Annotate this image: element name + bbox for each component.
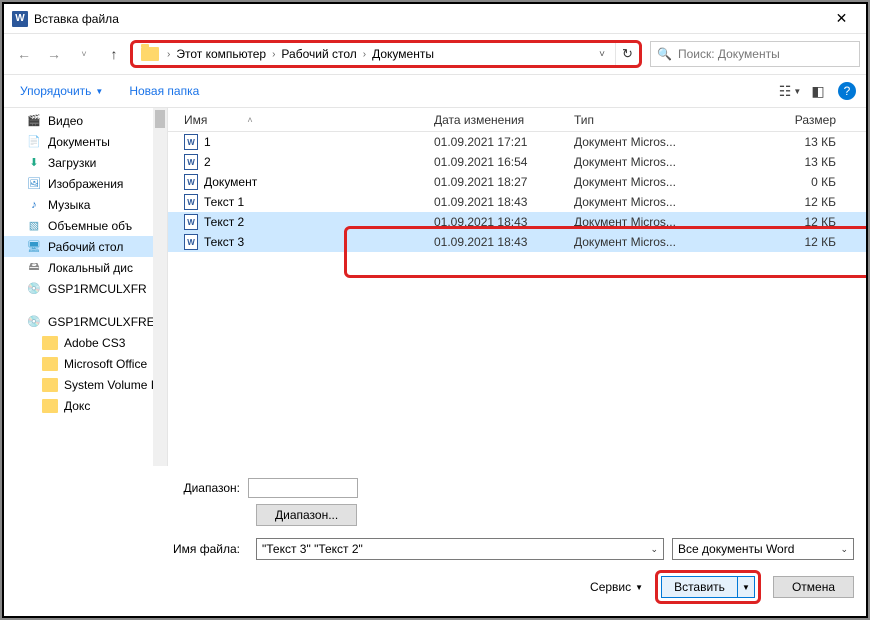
file-row[interactable]: Текст 101.09.2021 18:43Документ Micros..… — [168, 192, 866, 212]
chevron-down-icon[interactable]: ⌄ — [840, 544, 848, 555]
sidebar-scrollbar[interactable] — [153, 108, 167, 466]
sidebar-item[interactable]: 💿GSP1RMCULXFRE — [4, 311, 167, 332]
sidebar-item[interactable]: ⬇Загрузки — [4, 152, 167, 173]
sidebar-item[interactable]: 📄Документы — [4, 131, 167, 152]
sidebar-item[interactable]: 🖥Рабочий стол — [4, 236, 167, 257]
sidebar-item[interactable]: System Volume I — [4, 374, 167, 395]
chevron-right-icon: › — [359, 49, 370, 60]
breadcrumb-dropdown[interactable]: ˅ — [589, 49, 615, 60]
file-row[interactable]: Текст 301.09.2021 18:43Документ Micros..… — [168, 232, 866, 252]
range-input[interactable] — [248, 478, 358, 498]
dialog-body: 🎬Видео📄Документы⬇Загрузки🖼Изображения♪Му… — [4, 108, 866, 466]
sidebar-item[interactable]: 💿GSP1RMCULXFR — [4, 278, 167, 299]
search-placeholder: Поиск: Документы — [678, 47, 780, 61]
refresh-button[interactable]: ↻ — [615, 43, 639, 65]
sidebar-item[interactable]: ♪Музыка — [4, 194, 167, 215]
range-button[interactable]: Диапазон... — [256, 504, 357, 526]
col-type[interactable]: Тип — [574, 113, 704, 127]
file-panel: Имя˄ Дата изменения Тип Размер 101.09.20… — [168, 108, 866, 466]
word-doc-icon — [184, 154, 198, 170]
col-date[interactable]: Дата изменения — [434, 113, 574, 127]
back-button[interactable]: ← — [10, 40, 38, 68]
file-row[interactable]: Текст 201.09.2021 18:43Документ Micros..… — [168, 212, 866, 232]
word-doc-icon — [184, 134, 198, 150]
filename-input[interactable]: "Текст 3" "Текст 2" ⌄ — [256, 538, 664, 560]
bottom-panel: Диапазон: Диапазон... Имя файла: "Текст … — [4, 466, 866, 616]
chevron-right-icon: › — [163, 49, 174, 60]
column-headers: Имя˄ Дата изменения Тип Размер — [168, 108, 866, 132]
cancel-button[interactable]: Отмена — [773, 576, 854, 598]
file-row[interactable]: Документ01.09.2021 18:27Документ Micros.… — [168, 172, 866, 192]
sidebar-item[interactable]: Microsoft Office — [4, 353, 167, 374]
organize-menu[interactable]: Упорядочить▼ — [14, 80, 109, 102]
chevron-right-icon: › — [268, 49, 279, 60]
forward-button[interactable]: → — [40, 40, 68, 68]
col-name[interactable]: Имя˄ — [184, 113, 434, 127]
file-row[interactable]: 201.09.2021 16:54Документ Micros...13 КБ — [168, 152, 866, 172]
file-list: 101.09.2021 17:21Документ Micros...13 КБ… — [168, 132, 866, 252]
chevron-down-icon[interactable]: ⌄ — [650, 544, 658, 555]
titlebar: W Вставка файла ✕ — [4, 4, 866, 34]
toolbar: Упорядочить▼ Новая папка ☷ ▼ ◧ ? — [4, 74, 866, 108]
breadcrumb-desktop[interactable]: Рабочий стол — [279, 47, 358, 61]
search-input[interactable]: 🔍 Поиск: Документы — [650, 41, 860, 67]
sidebar-item[interactable]: ▧Объемные объ — [4, 215, 167, 236]
word-doc-icon — [184, 214, 198, 230]
sidebar-item[interactable]: Докс — [4, 395, 167, 416]
sidebar-item[interactable]: 🖴Локальный дис — [4, 257, 167, 278]
close-button[interactable]: ✕ — [819, 5, 864, 33]
search-icon: 🔍 — [657, 47, 672, 61]
insert-dropdown[interactable]: ▼ — [738, 583, 754, 592]
insert-button[interactable]: Вставить ▼ — [661, 576, 755, 598]
word-doc-icon — [184, 194, 198, 210]
window-title: Вставка файла — [34, 12, 819, 26]
col-size[interactable]: Размер — [704, 113, 866, 127]
breadcrumb-bar[interactable]: › Этот компьютер › Рабочий стол › Докуме… — [130, 40, 642, 68]
sidebar-item[interactable]: 🎬Видео — [4, 110, 167, 131]
filetype-select[interactable]: Все документы Word ⌄ — [672, 538, 854, 560]
tools-menu[interactable]: Сервис▼ — [590, 580, 643, 594]
folder-icon — [141, 47, 159, 61]
word-doc-icon — [184, 234, 198, 250]
filename-label: Имя файла: — [16, 542, 248, 556]
highlight-insert-button: Вставить ▼ — [655, 570, 761, 604]
breadcrumb-pc[interactable]: Этот компьютер — [174, 47, 268, 61]
help-button[interactable]: ? — [838, 82, 856, 100]
file-row[interactable]: 101.09.2021 17:21Документ Micros...13 КБ — [168, 132, 866, 152]
preview-toggle[interactable]: ◧ — [804, 80, 832, 102]
breadcrumb-documents[interactable]: Документы — [370, 47, 436, 61]
sidebar-item[interactable]: Adobe CS3 — [4, 332, 167, 353]
up-button[interactable]: ↑ — [100, 40, 128, 68]
view-menu[interactable]: ☷ ▼ — [776, 80, 804, 102]
word-icon: W — [12, 11, 28, 27]
sidebar-item[interactable]: 🖼Изображения — [4, 173, 167, 194]
sidebar: 🎬Видео📄Документы⬇Загрузки🖼Изображения♪Му… — [4, 108, 168, 466]
nav-row: ← → ˅ ↑ › Этот компьютер › Рабочий стол … — [4, 34, 866, 74]
range-label: Диапазон: — [16, 481, 248, 495]
word-doc-icon — [184, 174, 198, 190]
recent-dropdown[interactable]: ˅ — [70, 40, 98, 68]
file-dialog: W Вставка файла ✕ ← → ˅ ↑ › Этот компьют… — [2, 2, 868, 618]
new-folder-button[interactable]: Новая папка — [123, 80, 205, 102]
